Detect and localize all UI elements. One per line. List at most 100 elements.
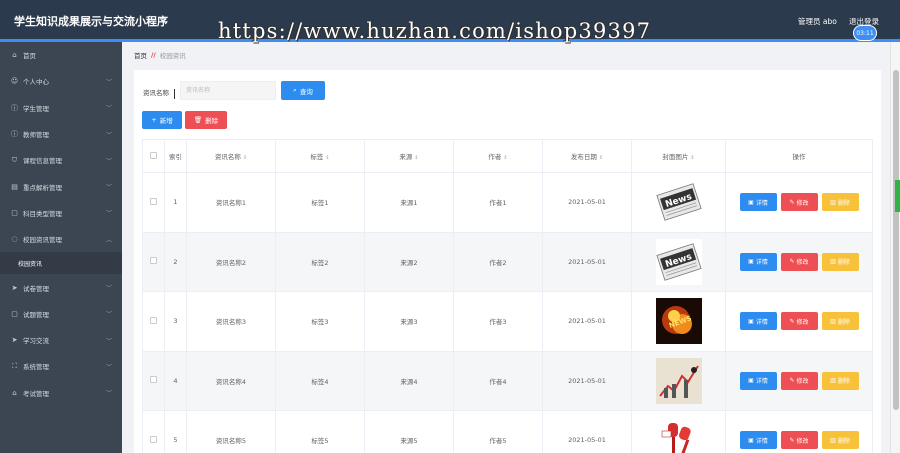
cover-image[interactable] — [655, 357, 702, 404]
sidebar-item-label: 学生管理 — [23, 104, 49, 113]
cell-date: 2021-05-01 — [542, 350, 632, 411]
sidebar-item[interactable]: ⌂ 考试管理 ﹀ — [0, 380, 122, 406]
sidebar-item-label: 课程信息管理 — [23, 157, 62, 166]
add-button-label: 新增 — [159, 117, 173, 125]
chevron-down-icon: ﹀ — [105, 184, 112, 192]
detail-button[interactable]: ▣ 详情 — [739, 431, 777, 450]
row-checkbox[interactable] — [150, 197, 157, 205]
cover-image[interactable]: NEWS — [655, 298, 702, 345]
sidebar-item[interactable]: ⓘ 学生管理 ﹀ — [0, 95, 122, 121]
cell-name: 资讯名称5 — [186, 410, 276, 453]
sidebar-item[interactable]: ➤ 学习交流 ﹀ — [0, 327, 122, 353]
row-select-cell[interactable] — [142, 350, 165, 411]
cell-actions: ▣ 详情 ✎ 修改 ▥ 删除 — [725, 231, 873, 292]
sidebar-item[interactable]: ➤ 试卷管理 ﹀ — [0, 274, 122, 300]
edit-button[interactable]: ✎ 修改 — [780, 431, 818, 450]
sidebar-item-label: 试卷管理 — [23, 284, 49, 293]
sidebar-item-label: 个人中心 — [23, 78, 49, 87]
cell-cover — [631, 350, 726, 411]
search-label: 资讯名称 — [143, 89, 169, 97]
edit-button[interactable]: ✎ 修改 — [780, 371, 818, 390]
row-select-cell[interactable] — [142, 410, 165, 453]
sidebar-item[interactable]: ▤ 重点解析管理 ﹀ — [0, 173, 122, 199]
query-button[interactable]: ⌕ 查询 — [281, 81, 325, 100]
sort-icon[interactable]: ⇕ — [325, 155, 329, 161]
table-header-row: 索引 资讯名称 ⇕ 标签 ⇕ 来源 ⇕ 作者 ⇕ 发布日期 ⇕ 封面图片 ⇕ 操作 — [142, 139, 873, 173]
cell-tag: 标签2 — [275, 231, 365, 292]
sidebar-item-label: 教师管理 — [23, 131, 49, 140]
cover-image[interactable] — [655, 417, 702, 453]
detail-button[interactable]: ▣ 详情 — [739, 252, 777, 271]
chevron-down-icon: ﹀ — [105, 157, 112, 165]
sidebar-subitem-news[interactable]: 校园资讯 — [0, 252, 122, 275]
cell-date: 2021-05-01 — [542, 410, 632, 453]
cover-image[interactable]: News — [655, 179, 702, 226]
sort-icon[interactable]: ⇕ — [599, 155, 603, 161]
delete-label: 删除 — [837, 318, 850, 326]
table-row: 2 资讯名称2 标签2 来源2 作者2 2021-05-01 News ▣ 详情 ✎ 修改 ▥ 删除 — [142, 231, 873, 292]
clock-badge: 03:11 — [853, 25, 877, 41]
edit-button[interactable]: ✎ 修改 — [780, 252, 818, 271]
row-select-cell[interactable] — [142, 291, 165, 352]
delete-button[interactable]: ▥ 删除 — [821, 312, 859, 331]
col-author[interactable]: 作者 ⇕ — [453, 139, 543, 173]
box-icon: ▢ — [11, 208, 18, 217]
row-checkbox[interactable] — [150, 316, 157, 324]
sidebar-item-label: 科目类型管理 — [23, 209, 62, 218]
cell-cover: NEWS — [631, 291, 726, 352]
delete-button[interactable]: ▥ 删除 — [821, 193, 859, 212]
select-all-cell[interactable] — [142, 139, 165, 173]
query-button-label: 查询 — [299, 87, 313, 96]
row-checkbox[interactable] — [150, 257, 157, 265]
vertical-scrollbar[interactable] — [890, 42, 900, 453]
info-icon: ⓘ — [11, 130, 18, 139]
row-select-cell[interactable] — [142, 231, 165, 292]
side-float-tab[interactable] — [895, 180, 900, 212]
sort-icon[interactable]: ⇕ — [690, 155, 694, 161]
cell-author: 作者1 — [453, 172, 543, 233]
col-source[interactable]: 来源 ⇕ — [364, 139, 454, 173]
cover-image[interactable]: News — [655, 238, 702, 285]
detail-button[interactable]: ▣ 详情 — [739, 193, 777, 212]
row-checkbox[interactable] — [150, 376, 157, 384]
sort-icon[interactable]: ⇕ — [414, 155, 418, 161]
sidebar-item[interactable]: ◌ 校园资讯管理 ︿ — [0, 226, 122, 252]
edit-button[interactable]: ✎ 修改 — [780, 312, 818, 331]
scrollbar-thumb[interactable] — [893, 70, 899, 410]
col-cover[interactable]: 封面图片 ⇕ — [631, 139, 726, 173]
chevron-down-icon: ﹀ — [105, 78, 112, 86]
cell-name: 资讯名称1 — [186, 172, 276, 233]
delete-button[interactable]: ▥ 删除 — [821, 252, 859, 271]
breadcrumb-home[interactable]: 首页 — [134, 50, 147, 60]
col-name[interactable]: 资讯名称 ⇕ — [186, 139, 276, 173]
detail-button[interactable]: ▣ 详情 — [739, 371, 777, 390]
sidebar-item[interactable]: ▢ 科目类型管理 ﹀ — [0, 200, 122, 226]
add-button[interactable]: + 新增 — [142, 111, 182, 129]
sidebar-item[interactable]: ⛉ 课程信息管理 ﹀ — [0, 147, 122, 173]
detail-label: 详情 — [755, 259, 768, 267]
row-select-cell[interactable] — [142, 172, 165, 233]
sidebar-item[interactable]: ▢ 试题管理 ﹀ — [0, 301, 122, 327]
select-all-checkbox[interactable] — [150, 151, 157, 159]
sort-icon[interactable]: ⇕ — [503, 155, 507, 161]
col-date[interactable]: 发布日期 ⇕ — [542, 139, 632, 173]
sidebar-item[interactable]: ⓘ 教师管理 ﹀ — [0, 121, 122, 147]
search-input[interactable]: 资讯名称 — [180, 81, 276, 100]
edit-button[interactable]: ✎ 修改 — [780, 193, 818, 212]
sidebar-item[interactable]: ⛶ 系统管理 ﹀ — [0, 353, 122, 379]
col-tag[interactable]: 标签 ⇕ — [275, 139, 365, 173]
delete-label: 删除 — [837, 437, 850, 445]
sidebar: ⌂ 首页 ☺ 个人中心 ﹀ ⓘ 学生管理 ﹀ ⓘ 教师管理 ﹀ ⛉ 课程信息管理 ﹀ ▤ 重点解析管理 ﹀ ▢ 科目… — [0, 42, 122, 453]
detail-button[interactable]: ▣ 详情 — [739, 312, 777, 331]
batch-delete-button[interactable]: 🗑 删除 — [185, 111, 227, 129]
sidebar-item-label: 考试管理 — [23, 389, 49, 398]
sort-icon[interactable]: ⇕ — [243, 155, 247, 161]
sidebar-item[interactable]: ☺ 个人中心 ﹀ — [0, 68, 122, 94]
table-row: 4 资讯名称4 标签4 来源4 作者4 2021-05-01 ▣ 详情 ✎ 修改 ▥ 删除 — [142, 350, 873, 411]
sidebar-item[interactable]: ⌂ 首页 — [0, 42, 122, 68]
cell-date: 2021-05-01 — [542, 291, 632, 352]
sidebar-item-label: 校园资讯管理 — [23, 236, 62, 245]
row-checkbox[interactable] — [150, 435, 157, 443]
delete-button[interactable]: ▥ 删除 — [821, 371, 859, 390]
delete-button[interactable]: ▥ 删除 — [821, 431, 859, 450]
